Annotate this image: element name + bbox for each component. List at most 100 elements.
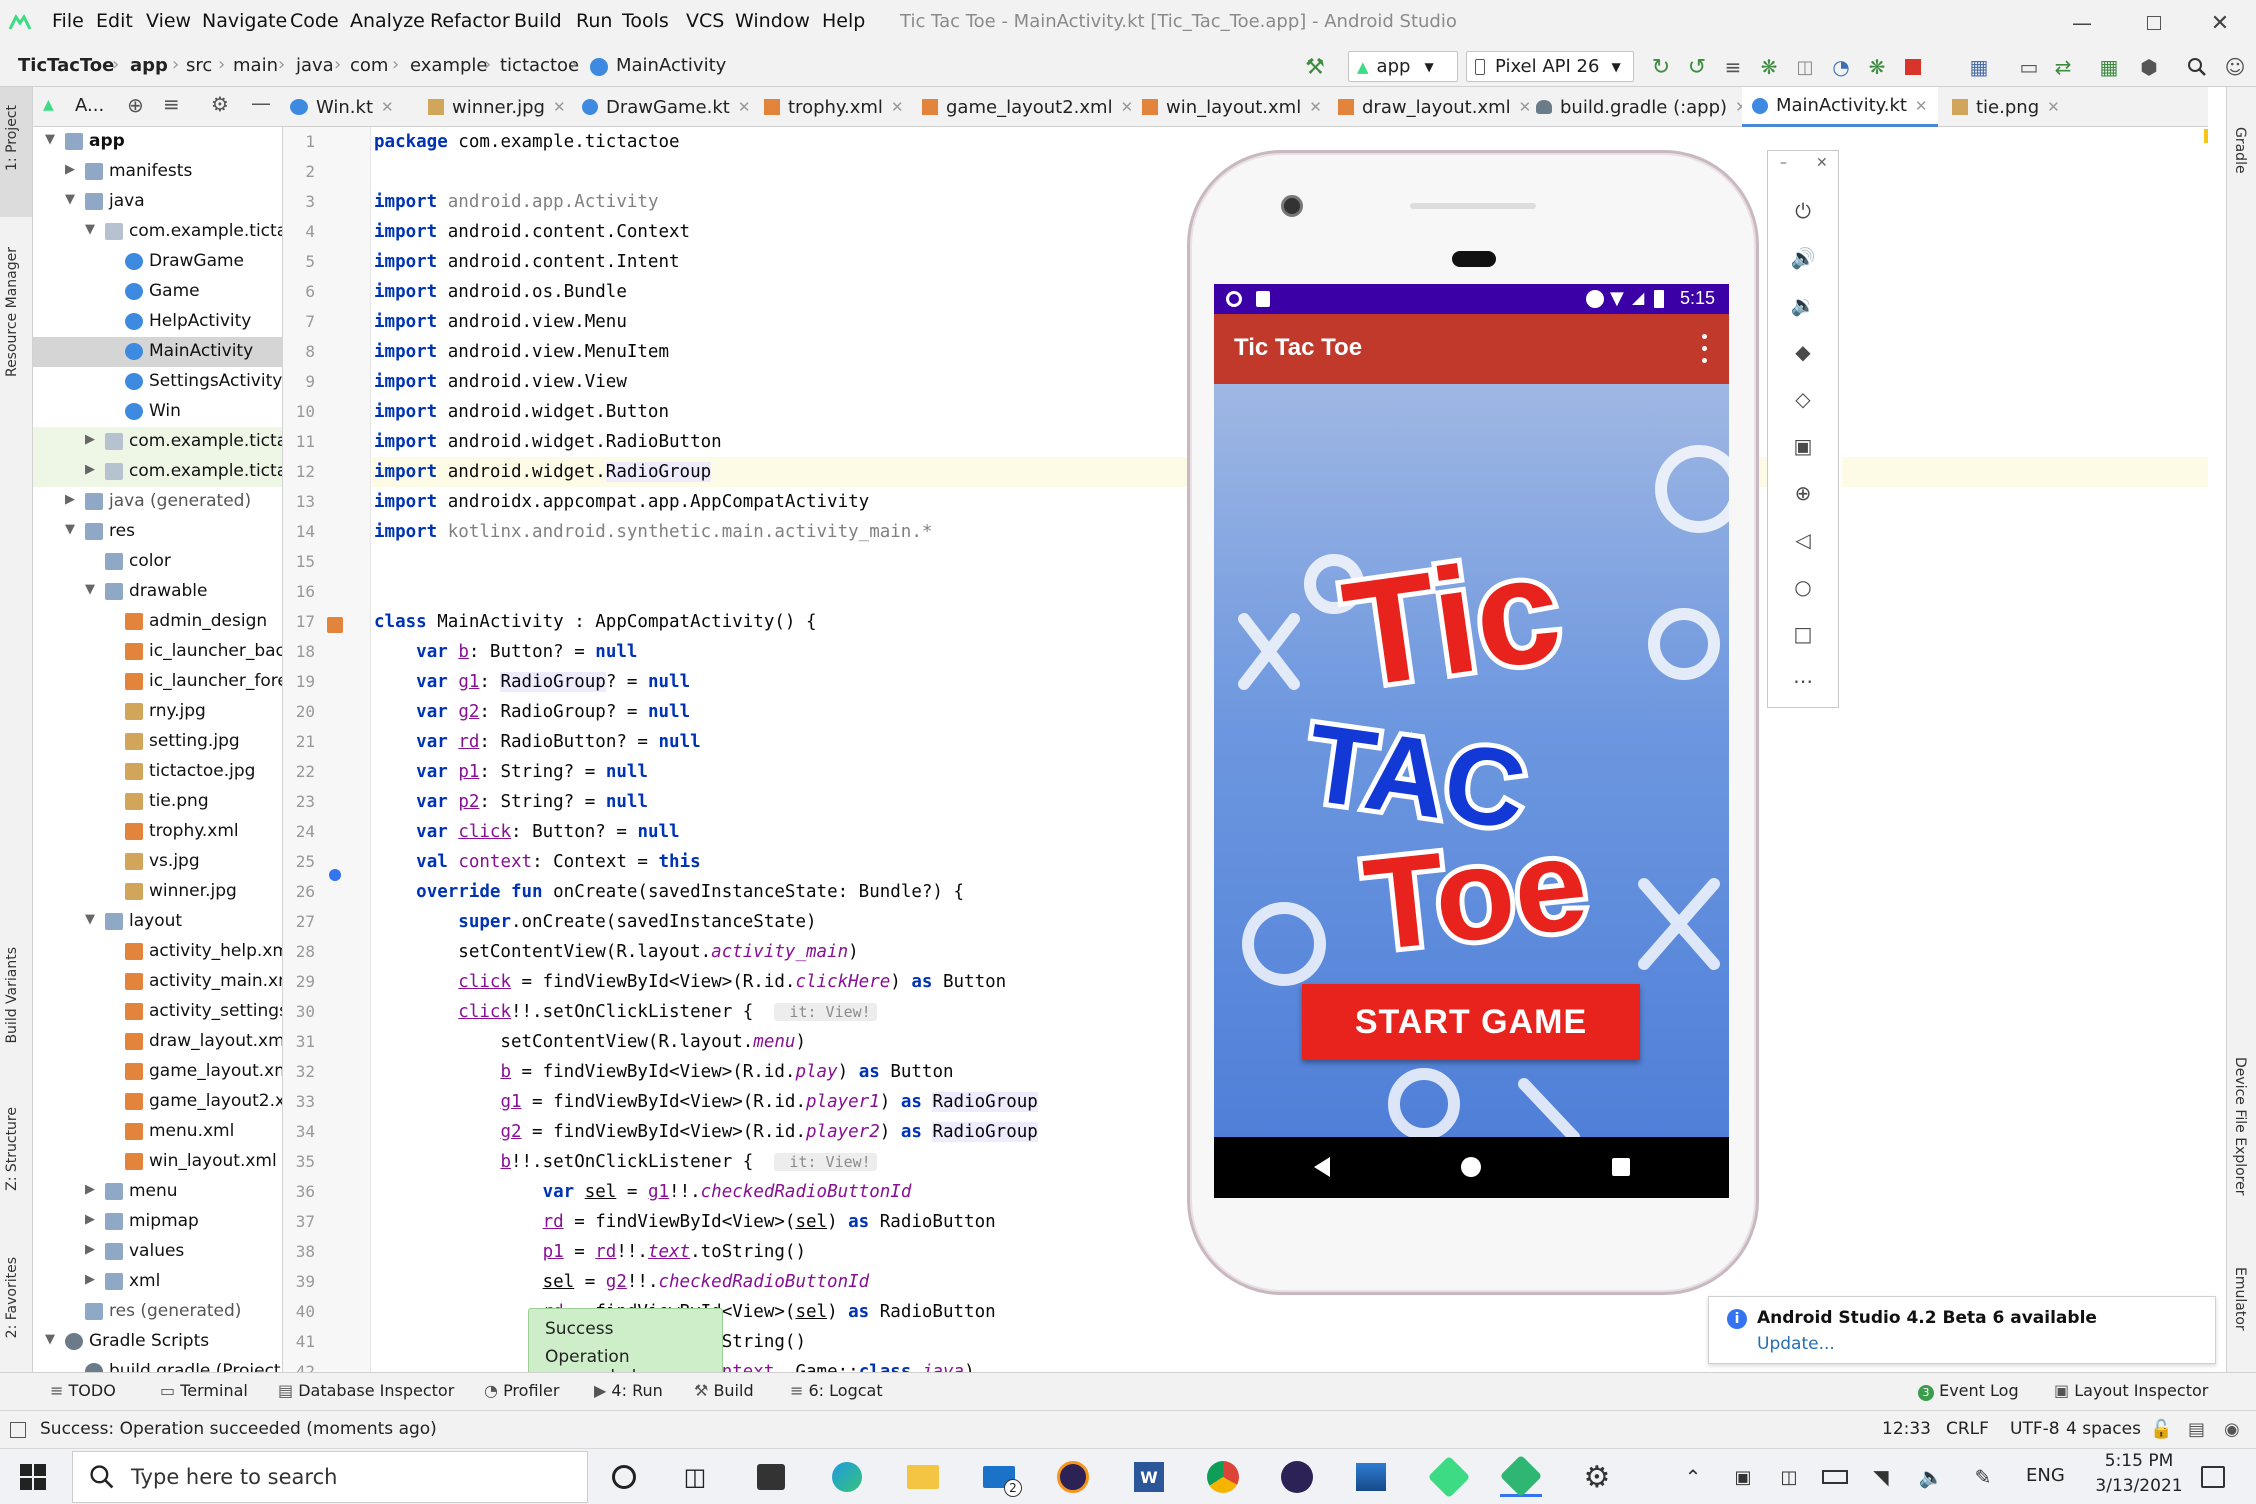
chrome-icon[interactable] xyxy=(1202,1457,1244,1497)
start-game-button[interactable]: START GAME xyxy=(1302,984,1640,1060)
menu-vcs[interactable]: VCS xyxy=(686,10,724,32)
home-icon[interactable]: ○ xyxy=(1768,567,1838,607)
avd-manager-icon[interactable]: ▭ xyxy=(2014,52,2044,82)
breadcrumb-example[interactable]: example xyxy=(410,55,487,76)
show-hidden-icons[interactable]: ⌃ xyxy=(1672,1457,1714,1497)
profile-icon[interactable]: ◔ xyxy=(1826,52,1856,82)
tree-item[interactable]: ▼ drawable xyxy=(33,577,282,607)
project-structure-icon[interactable]: ▦ xyxy=(1964,52,1994,82)
tree-item[interactable]: color xyxy=(33,547,282,577)
tree-item[interactable]: vs.jpg xyxy=(33,847,282,877)
menu-help[interactable]: Help xyxy=(822,10,865,32)
chevron-right-icon[interactable]: ▶ xyxy=(65,492,75,507)
recents-nav-icon[interactable] xyxy=(1612,1158,1630,1176)
tree-item[interactable]: ▼ Gradle Scripts xyxy=(33,1327,282,1357)
collapse-all-icon[interactable]: ≡ xyxy=(163,92,180,116)
project-view-select[interactable]: A... xyxy=(75,95,104,116)
tree-item[interactable]: ic_launcher_background xyxy=(33,637,282,667)
overview-icon[interactable]: □ xyxy=(1768,614,1838,654)
meet-now-icon[interactable]: ▣ xyxy=(1722,1457,1764,1497)
tab-trophy-xml[interactable]: trophy.xml ✕ xyxy=(764,87,903,127)
tool-emulator[interactable]: Emulator xyxy=(2232,1267,2248,1331)
tree-item[interactable]: ▶ manifests xyxy=(33,157,282,187)
chevron-right-icon[interactable]: ▶ xyxy=(85,462,95,477)
tree-item[interactable]: SettingsActivity xyxy=(33,367,282,397)
memory-icon[interactable]: ▤ xyxy=(2188,1419,2205,1440)
battery-icon[interactable] xyxy=(1814,1457,1856,1497)
close-tab-icon[interactable]: ✕ xyxy=(1519,98,1532,116)
pen-icon[interactable]: ✎ xyxy=(1962,1457,2004,1497)
store-icon[interactable] xyxy=(750,1457,792,1497)
tree-item[interactable]: activity_main.xml xyxy=(33,967,282,997)
device-select[interactable]: Pixel API 26 ▼ xyxy=(1466,51,1634,82)
tree-item[interactable]: ▶ com.example.tictactoe xyxy=(33,427,282,457)
tree-item[interactable]: Game xyxy=(33,277,282,307)
tree-item[interactable]: ▼ app xyxy=(33,127,282,157)
menu-tools[interactable]: Tools xyxy=(622,10,669,32)
tool-device-file-explorer[interactable]: Device File Explorer xyxy=(2232,1057,2248,1196)
close-tab-icon[interactable]: ✕ xyxy=(1121,98,1134,116)
breadcrumb-app[interactable]: app xyxy=(130,55,168,76)
phone-link-icon[interactable]: ◫ xyxy=(1768,1457,1810,1497)
tab-draw-layout-xml[interactable]: draw_layout.xml ✕ xyxy=(1338,87,1531,127)
taskbar-search-box[interactable]: Type here to search xyxy=(72,1451,588,1503)
indent-setting[interactable]: 4 spaces xyxy=(2066,1419,2141,1439)
camera-icon[interactable]: ▣ xyxy=(1768,426,1838,466)
chevron-down-icon[interactable]: ▼ xyxy=(65,522,75,537)
eclipse-icon[interactable] xyxy=(1052,1457,1094,1497)
cortana-icon[interactable] xyxy=(603,1457,645,1497)
tab-build-gradle[interactable]: build.gradle (:app)✕ xyxy=(1536,87,1748,127)
windows-start-icon[interactable] xyxy=(18,1463,48,1491)
tree-item[interactable]: draw_layout.xml xyxy=(33,1027,282,1057)
wifi-icon[interactable]: ◥ xyxy=(1860,1457,1902,1497)
chevron-down-icon[interactable]: ▼ xyxy=(45,132,55,147)
photos-icon[interactable] xyxy=(1350,1457,1392,1497)
overflow-menu-icon[interactable] xyxy=(1694,330,1714,366)
menu-code[interactable]: Code xyxy=(290,10,339,32)
menu-refactor[interactable]: Refactor xyxy=(430,10,510,32)
tab-win-layout-xml[interactable]: win_layout.xml ✕ xyxy=(1142,87,1322,127)
tool-gradle[interactable]: Gradle xyxy=(2232,127,2248,174)
status-toggle-icon[interactable] xyxy=(10,1422,26,1438)
minimize-icon[interactable]: – xyxy=(1780,155,1787,171)
tool-run[interactable]: ▶ 4: Run xyxy=(594,1381,663,1400)
stop-icon[interactable] xyxy=(1898,52,1928,82)
tool-resource-manager[interactable]: Resource Manager xyxy=(4,247,20,377)
back-icon[interactable]: ◁ xyxy=(1768,520,1838,560)
tree-item[interactable]: MainActivity xyxy=(33,337,282,367)
tree-item[interactable]: winner.jpg xyxy=(33,877,282,907)
tab-mainactivity-kt[interactable]: MainActivity.kt ✕ xyxy=(1742,87,1938,127)
word-icon[interactable]: W xyxy=(1128,1457,1170,1497)
tool-project[interactable]: 1: Project xyxy=(4,105,20,171)
tab-win-kt[interactable]: Win.kt ✕ xyxy=(290,87,394,127)
tab-game-layout2-xml[interactable]: game_layout2.xml ✕ xyxy=(922,87,1133,127)
minimize-icon[interactable]: — xyxy=(2062,6,2102,40)
chevron-right-icon[interactable]: ▶ xyxy=(85,1242,95,1257)
volume-down-icon[interactable]: 🔉 xyxy=(1768,285,1838,325)
rotate-right-icon[interactable]: ◇ xyxy=(1768,379,1838,419)
more-icon[interactable]: ⋯ xyxy=(1768,661,1838,701)
menu-analyze[interactable]: Analyze xyxy=(350,10,425,32)
chevron-down-icon[interactable]: ▼ xyxy=(45,1332,55,1347)
close-tab-icon[interactable]: ✕ xyxy=(381,98,394,116)
tab-tie-png[interactable]: tie.png ✕ xyxy=(1952,87,2060,127)
clock-date[interactable]: 3/13/2021 xyxy=(2092,1476,2186,1496)
chevron-right-icon[interactable]: ▶ xyxy=(85,1212,95,1227)
menu-file[interactable]: File xyxy=(52,10,84,32)
menu-edit[interactable]: Edit xyxy=(96,10,133,32)
edge-icon[interactable] xyxy=(826,1457,868,1497)
tree-item[interactable]: res (generated) xyxy=(33,1297,282,1327)
tree-item[interactable]: ▼ res xyxy=(33,517,282,547)
notifications-icon[interactable]: ◉ xyxy=(2224,1419,2240,1440)
tree-item[interactable]: Win xyxy=(33,397,282,427)
tool-terminal[interactable]: ▭ Terminal xyxy=(160,1381,248,1400)
locate-icon[interactable]: ⊕ xyxy=(127,93,144,117)
chevron-right-icon[interactable]: ▶ xyxy=(85,1272,95,1287)
tree-item[interactable]: ▶ menu xyxy=(33,1177,282,1207)
tree-item[interactable]: activity_help.xml xyxy=(33,937,282,967)
tool-event-log[interactable]: 3 Event Log xyxy=(1918,1381,2019,1401)
debug-icon[interactable]: ❋ xyxy=(1754,52,1784,82)
chevron-down-icon[interactable]: ▼ xyxy=(85,912,95,927)
tree-item[interactable]: ▶ xml xyxy=(33,1267,282,1297)
apply-changes-icon[interactable]: ↺ xyxy=(1682,52,1712,82)
